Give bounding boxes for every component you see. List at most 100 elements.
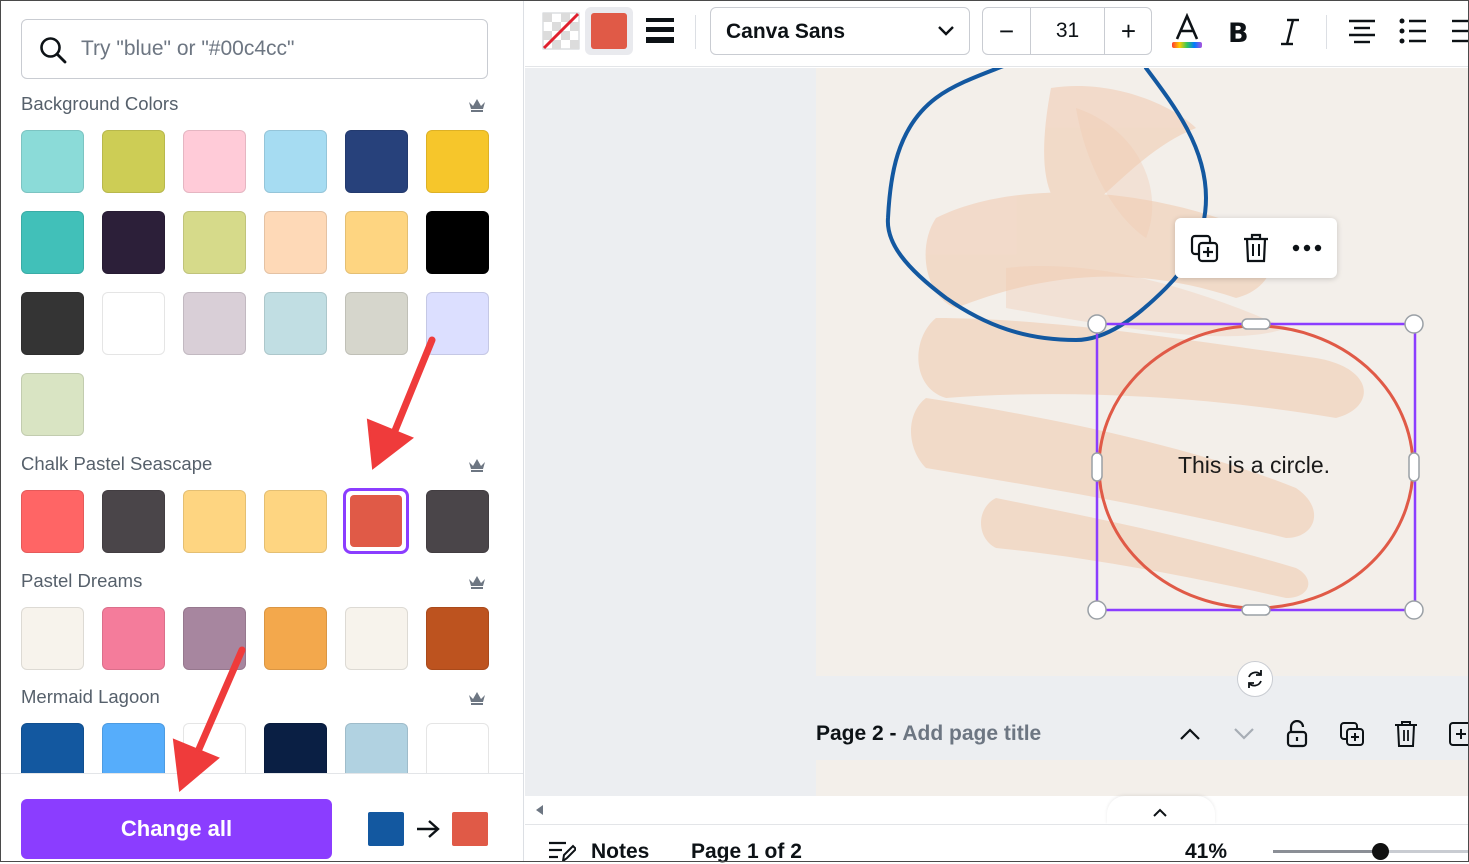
editor-toolbar: Canva Sans − 31 + B bbox=[525, 1, 1468, 67]
crown-icon bbox=[469, 99, 485, 112]
color-swatch[interactable] bbox=[426, 130, 489, 193]
show-pages-button[interactable] bbox=[1107, 796, 1215, 824]
duplicate-page-icon[interactable] bbox=[1339, 721, 1365, 747]
align-center-icon[interactable] bbox=[1347, 18, 1377, 44]
zoom-slider[interactable] bbox=[1273, 850, 1468, 853]
font-family-select[interactable]: Canva Sans bbox=[710, 7, 970, 55]
bullet-list-icon[interactable] bbox=[1399, 18, 1427, 44]
color-swatch[interactable] bbox=[102, 292, 165, 355]
color-swatch[interactable] bbox=[21, 211, 84, 274]
color-swatch[interactable] bbox=[264, 211, 327, 274]
crown-icon bbox=[469, 576, 485, 589]
increase-font-size-button[interactable]: + bbox=[1104, 8, 1151, 54]
color-swatch[interactable] bbox=[102, 490, 165, 553]
delete-page-icon[interactable] bbox=[1394, 720, 1418, 748]
design-page-2[interactable] bbox=[816, 760, 1468, 796]
more-options-icon[interactable] bbox=[1292, 244, 1322, 252]
toolbar-divider bbox=[1326, 15, 1327, 49]
color-swatch-fill bbox=[350, 495, 402, 547]
add-page-icon[interactable] bbox=[1448, 721, 1468, 747]
color-swatch[interactable] bbox=[345, 607, 408, 670]
transparent-fill-icon[interactable] bbox=[542, 12, 580, 50]
color-search-input[interactable]: Try "blue" or "#00c4cc" bbox=[21, 19, 488, 79]
toolbar-divider bbox=[695, 15, 696, 49]
canvas-area: This is a circle. Page 2 - Add page titl… bbox=[525, 68, 1468, 796]
rotate-handle[interactable] bbox=[1237, 661, 1273, 697]
color-swatch[interactable] bbox=[102, 607, 165, 670]
color-swatch[interactable] bbox=[21, 130, 84, 193]
color-swatch[interactable] bbox=[183, 130, 246, 193]
circle-text[interactable]: This is a circle. bbox=[1142, 452, 1366, 479]
font-size-input[interactable]: 31 bbox=[1031, 8, 1104, 54]
to-color-swatch bbox=[452, 812, 488, 846]
color-swatch[interactable] bbox=[426, 292, 489, 355]
zoom-slider-fill bbox=[1273, 850, 1380, 853]
page-2-label: Page 2 - bbox=[816, 722, 897, 745]
duplicate-icon[interactable] bbox=[1190, 234, 1220, 264]
from-color-swatch bbox=[368, 812, 404, 846]
crown-icon bbox=[469, 692, 485, 705]
page-indicator[interactable]: Page 1 of 2 bbox=[691, 840, 802, 864]
rotate-icon bbox=[1248, 670, 1262, 688]
bold-icon[interactable]: B bbox=[1225, 17, 1253, 47]
color-swatch[interactable] bbox=[345, 211, 408, 274]
color-swatch[interactable] bbox=[183, 211, 246, 274]
italic-icon[interactable] bbox=[1277, 17, 1303, 47]
color-swatch[interactable] bbox=[264, 130, 327, 193]
chevron-up-icon bbox=[1153, 808, 1167, 817]
unlock-icon[interactable] bbox=[1286, 720, 1308, 748]
element-context-menu bbox=[1175, 218, 1337, 278]
notes-icon[interactable] bbox=[548, 840, 576, 862]
chevron-up-icon[interactable] bbox=[1179, 727, 1201, 741]
color-swatch[interactable] bbox=[345, 130, 408, 193]
color-swatch[interactable] bbox=[183, 607, 246, 670]
color-swatch[interactable] bbox=[426, 607, 489, 670]
palette-title: Chalk Pastel Seascape bbox=[21, 453, 213, 474]
change-all-button[interactable]: Change all bbox=[21, 799, 332, 859]
color-swatch[interactable] bbox=[21, 373, 84, 436]
trash-icon[interactable] bbox=[1242, 233, 1270, 263]
search-icon bbox=[40, 37, 67, 64]
fill-color-swatch bbox=[591, 13, 627, 49]
text-color-icon[interactable] bbox=[1170, 13, 1204, 51]
palette-title: Pastel Dreams bbox=[21, 570, 143, 591]
notes-button[interactable]: Notes bbox=[591, 840, 649, 864]
zoom-slider-thumb[interactable] bbox=[1371, 843, 1389, 860]
zoom-level[interactable]: 41% bbox=[1185, 840, 1227, 864]
color-swatch[interactable] bbox=[102, 211, 165, 274]
color-swatch[interactable] bbox=[183, 292, 246, 355]
palette-title: Background Colors bbox=[21, 93, 179, 114]
color-swatch[interactable] bbox=[21, 607, 84, 670]
color-swatch[interactable] bbox=[264, 607, 327, 670]
arrow-right-icon bbox=[417, 820, 440, 838]
page-2-title-input[interactable]: Add page title bbox=[902, 722, 1041, 745]
blue-freeform-shape[interactable] bbox=[876, 68, 1209, 348]
spacing-icon[interactable] bbox=[1448, 18, 1468, 44]
color-swatch-selected[interactable] bbox=[343, 488, 409, 554]
color-swatch[interactable] bbox=[102, 130, 165, 193]
decrease-font-size-button[interactable]: − bbox=[983, 8, 1031, 54]
color-swatch[interactable] bbox=[21, 292, 84, 355]
font-name: Canva Sans bbox=[726, 20, 846, 43]
scroll-left-icon[interactable] bbox=[534, 804, 544, 816]
design-page-1[interactable] bbox=[816, 68, 1468, 676]
fill-color-button[interactable] bbox=[585, 7, 633, 55]
color-swatch[interactable] bbox=[264, 292, 327, 355]
color-swatch[interactable] bbox=[345, 292, 408, 355]
color-swatch[interactable] bbox=[426, 490, 489, 553]
font-size-stepper: − 31 + bbox=[982, 7, 1152, 55]
chevron-down-icon bbox=[938, 26, 954, 36]
svg-text:B: B bbox=[1228, 18, 1249, 47]
palette-title: Mermaid Lagoon bbox=[21, 686, 160, 707]
page-2-header: Page 2 - Add page title bbox=[816, 722, 1041, 746]
search-placeholder: Try "blue" or "#00c4cc" bbox=[81, 37, 295, 60]
chevron-down-icon[interactable] bbox=[1233, 727, 1255, 741]
color-swatch[interactable] bbox=[183, 490, 246, 553]
change-all-bar: Change all bbox=[1, 773, 523, 861]
crown-icon bbox=[469, 459, 485, 472]
border-style-icon[interactable] bbox=[645, 15, 675, 45]
color-swatch[interactable] bbox=[264, 490, 327, 553]
color-swatch[interactable] bbox=[426, 211, 489, 274]
color-swatch[interactable] bbox=[21, 490, 84, 553]
status-bar: Notes Page 1 of 2 41% bbox=[525, 796, 1468, 864]
